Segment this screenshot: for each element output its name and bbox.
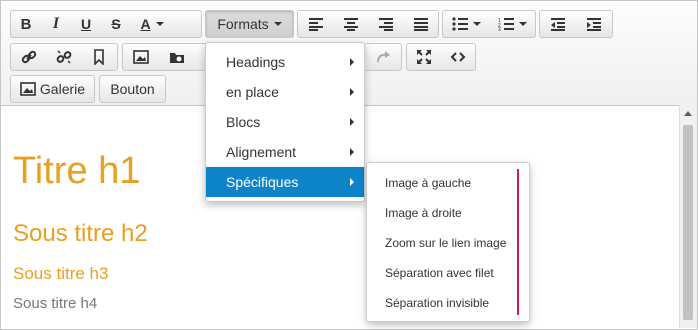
indent-button[interactable] [576, 11, 612, 37]
fullscreen-button[interactable] [407, 44, 441, 70]
text-color-button[interactable]: A [131, 11, 173, 37]
svg-text:3: 3 [498, 27, 501, 31]
file-manager-button[interactable] [159, 44, 195, 70]
menu-item-label: Blocs [226, 114, 261, 130]
unlink-icon [56, 50, 72, 64]
submenu-item-separation-filet[interactable]: Séparation avec filet [367, 258, 529, 288]
underline-icon: U [80, 16, 92, 32]
submenu-item-image-gauche[interactable]: Image à gauche [367, 168, 529, 198]
align-left-icon [308, 18, 323, 31]
link-icon [21, 50, 36, 64]
bouton-label: Bouton [110, 81, 155, 97]
chevron-down-icon [518, 22, 527, 26]
submenu-item-zoom-lien-image[interactable]: Zoom sur le lien image [367, 228, 529, 258]
italic-icon: I [52, 15, 60, 32]
chevron-right-icon [350, 118, 354, 126]
menu-item-label: Alignement [226, 144, 297, 160]
chevron-down-icon [273, 22, 282, 26]
submenu-item-image-droite[interactable]: Image à droite [367, 198, 529, 228]
view-group [406, 43, 476, 71]
align-center-icon [343, 18, 358, 31]
media-group [122, 43, 212, 71]
underline-button[interactable]: U [71, 11, 101, 37]
fullscreen-icon [417, 50, 431, 64]
menu-item-headings[interactable]: Headings [206, 47, 364, 77]
bouton-group: Bouton [99, 75, 166, 103]
source-code-button[interactable] [441, 44, 475, 70]
menu-item-label: Headings [226, 54, 286, 70]
unlink-button[interactable] [46, 44, 81, 70]
text-color-icon: A [140, 16, 151, 32]
history-group [366, 43, 402, 71]
galerie-group: Galerie [10, 75, 95, 103]
folder-search-icon [170, 53, 184, 63]
strikethrough-icon: S [111, 16, 121, 32]
code-icon [450, 52, 466, 62]
outdent-icon [551, 18, 565, 31]
align-justify-button[interactable] [403, 11, 438, 37]
italic-button[interactable]: I [41, 11, 71, 37]
align-right-button[interactable] [368, 11, 403, 37]
galerie-button[interactable]: Galerie [11, 76, 94, 102]
insert-image-button[interactable] [123, 44, 159, 70]
formats-label: Formats [217, 16, 269, 32]
formats-group: Formats [205, 10, 294, 38]
submenu-accent-bar [517, 169, 519, 315]
menu-item-alignement[interactable]: Alignement [206, 137, 364, 167]
link-group [10, 43, 118, 71]
menu-item-specifiques[interactable]: Spécifiques [206, 167, 364, 197]
indent-group [539, 10, 613, 38]
scroll-up-arrow-icon[interactable] [684, 111, 692, 116]
bullet-list-button[interactable] [443, 11, 489, 37]
bouton-button[interactable]: Bouton [100, 76, 165, 102]
specifiques-submenu: Image à gauche Image à droite Zoom sur l… [366, 162, 530, 322]
text-style-group: B I U S A [10, 10, 202, 38]
chevron-right-icon [350, 178, 354, 186]
chevron-right-icon [350, 58, 354, 66]
heading-h1: Titre h1 [13, 150, 141, 192]
insert-link-button[interactable] [11, 44, 46, 70]
bookmark-icon [94, 49, 105, 65]
align-left-button[interactable] [298, 11, 333, 37]
menu-item-blocs[interactable]: Blocs [206, 107, 364, 137]
menu-item-en-place[interactable]: en place [206, 77, 364, 107]
numbered-list-button[interactable]: 123 [489, 11, 535, 37]
chevron-down-icon [472, 22, 481, 26]
align-right-icon [378, 18, 393, 31]
image-icon [20, 82, 36, 96]
menu-item-label: Spécifiques [226, 174, 299, 190]
menu-item-label: en place [226, 84, 279, 100]
outdent-button[interactable] [540, 11, 576, 37]
vertical-scrollbar[interactable] [679, 105, 697, 328]
formats-menu: Headings en place Blocs Alignement Spéci… [205, 42, 365, 202]
alignment-group [297, 10, 439, 38]
bold-icon: B [20, 15, 32, 33]
submenu-item-separation-invisible[interactable]: Séparation invisible [367, 288, 529, 318]
bullet-list-icon [451, 17, 468, 31]
scrollbar-thumb[interactable] [683, 125, 693, 320]
align-center-button[interactable] [333, 11, 368, 37]
heading-h4: Sous titre h4 [13, 295, 98, 312]
align-justify-icon [413, 18, 428, 31]
clear-format-button[interactable] [173, 11, 201, 37]
heading-h3: Sous titre h3 [13, 264, 109, 283]
bold-button[interactable]: B [11, 11, 41, 37]
chevron-down-icon [155, 22, 164, 26]
list-group: 123 [442, 10, 536, 38]
image-icon [133, 50, 149, 64]
indent-icon [587, 18, 601, 31]
chevron-right-icon [350, 148, 354, 156]
redo-icon [377, 51, 390, 63]
formats-dropdown-button[interactable]: Formats [206, 11, 293, 37]
anchor-button[interactable] [82, 44, 117, 70]
redo-button[interactable] [366, 44, 400, 70]
galerie-label: Galerie [39, 81, 86, 97]
heading-h2: Sous titre h2 [13, 220, 148, 247]
numbered-list-icon: 123 [498, 18, 514, 31]
chevron-right-icon [350, 88, 354, 96]
strikethrough-button[interactable]: S [101, 11, 131, 37]
